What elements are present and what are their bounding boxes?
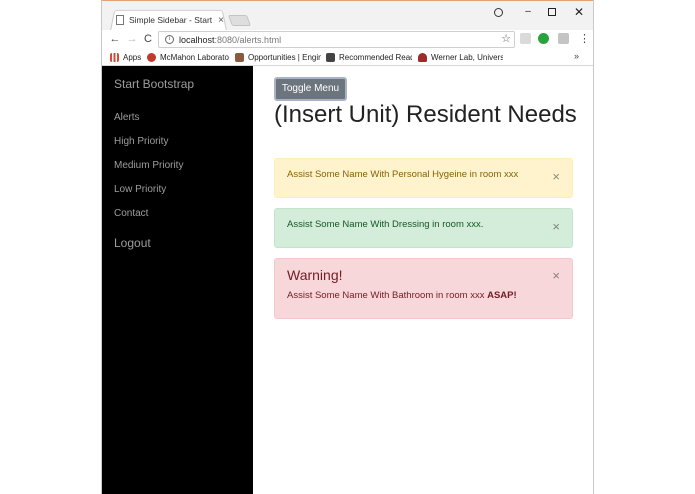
bookmark-label: Opportunities | Engin xyxy=(248,53,321,62)
page-title: (Insert Unit) Resident Needs xyxy=(274,101,577,128)
bookmark-item[interactable]: McMahon Laborator xyxy=(147,51,229,64)
alert-success: Assist Some Name With Dressing in room x… xyxy=(274,208,573,248)
apps-icon xyxy=(110,53,119,62)
alert-message: Assist Some Name With Bathroom in room x… xyxy=(287,290,517,301)
minimize-button[interactable]: – xyxy=(518,4,538,20)
browser-toolbar: ← → C i localhost:8080/alerts.html ☆ ⋮ xyxy=(102,30,593,49)
recommended-icon xyxy=(326,53,335,62)
address-bar[interactable]: i localhost:8080/alerts.html ☆ xyxy=(158,31,515,48)
bookmark-label: McMahon Laborator xyxy=(160,53,229,62)
tab-title: Simple Sidebar - Start Bo xyxy=(129,15,215,25)
forward-arrow-icon[interactable]: → xyxy=(125,31,139,47)
url-host: localhost xyxy=(179,34,215,45)
extension-icon[interactable] xyxy=(520,33,531,44)
url-path: :8080/alerts.html xyxy=(214,34,282,45)
alert-message-text: Assist Some Name With Bathroom in room x… xyxy=(287,290,488,301)
info-icon[interactable]: i xyxy=(165,35,174,44)
werner-icon xyxy=(418,53,427,62)
bookmarks-overflow-icon[interactable]: » xyxy=(574,51,579,61)
bookmark-apps[interactable]: Apps xyxy=(110,51,148,64)
sidebar-brand[interactable]: Start Bootstrap xyxy=(114,77,194,91)
tab-close-icon[interactable]: × xyxy=(218,15,224,26)
screenshot: Simple Sidebar - Start Bo × – ✕ ← → C i … xyxy=(0,0,695,494)
logout-link[interactable]: Logout xyxy=(114,236,151,250)
alert-warning: Assist Some Name With Personal Hygeine i… xyxy=(274,158,573,198)
maximize-button[interactable] xyxy=(542,4,562,20)
toggle-menu-button[interactable]: Toggle Menu xyxy=(274,77,347,101)
tab-strip: Simple Sidebar - Start Bo × – ✕ xyxy=(102,0,593,31)
sidebar-item-low-priority[interactable]: Low Priority xyxy=(114,184,166,195)
bookmarks-bar: Apps McMahon Laborator Opportunities | E… xyxy=(102,49,593,66)
back-arrow-icon[interactable]: ← xyxy=(108,31,122,47)
sidebar-item-alerts[interactable]: Alerts xyxy=(114,112,140,123)
grammarly-icon[interactable] xyxy=(538,33,549,44)
mcmahon-icon xyxy=(147,53,156,62)
browser-tab-content[interactable]: Simple Sidebar - Start Bo × xyxy=(116,10,224,30)
sidebar-item-contact[interactable]: Contact xyxy=(114,208,148,219)
opportunities-icon xyxy=(235,53,244,62)
main-content: Toggle Menu (Insert Unit) Resident Needs… xyxy=(253,66,593,494)
bookmark-label: Werner Lab, Univers xyxy=(431,53,503,62)
close-window-button[interactable]: ✕ xyxy=(569,4,589,20)
page-icon xyxy=(116,15,124,25)
new-tab-button[interactable] xyxy=(227,15,252,26)
alert-emphasis: ASAP! xyxy=(487,290,517,301)
sidebar: Start Bootstrap Alerts High Priority Med… xyxy=(102,66,253,494)
bookmark-label: Recommended Readi xyxy=(339,53,412,62)
browser-menu-icon[interactable]: ⋮ xyxy=(579,30,590,48)
close-icon[interactable]: × xyxy=(552,169,560,184)
account-icon[interactable] xyxy=(488,4,508,20)
page-content: Start Bootstrap Alerts High Priority Med… xyxy=(102,66,593,494)
bookmark-star-icon[interactable]: ☆ xyxy=(501,32,511,47)
sidebar-item-high-priority[interactable]: High Priority xyxy=(114,136,168,147)
close-icon[interactable]: × xyxy=(552,219,560,234)
bookmark-item[interactable]: Werner Lab, Univers xyxy=(418,51,503,64)
close-icon[interactable]: × xyxy=(552,268,560,283)
alert-message: Assist Some Name With Dressing in room x… xyxy=(287,219,484,230)
bookmark-item[interactable]: Opportunities | Engin xyxy=(235,51,321,64)
bookmark-item[interactable]: Recommended Readi xyxy=(326,51,412,64)
sidebar-item-medium-priority[interactable]: Medium Priority xyxy=(114,160,183,171)
browser-window: Simple Sidebar - Start Bo × – ✕ ← → C i … xyxy=(101,0,594,494)
alert-message: Assist Some Name With Personal Hygeine i… xyxy=(287,169,519,180)
alert-danger: Warning! Assist Some Name With Bathroom … xyxy=(274,258,573,319)
reload-icon[interactable]: C xyxy=(141,31,155,47)
extension-icon[interactable] xyxy=(558,33,569,44)
alert-heading: Warning! xyxy=(287,267,343,283)
bookmark-label: Apps xyxy=(123,53,142,62)
